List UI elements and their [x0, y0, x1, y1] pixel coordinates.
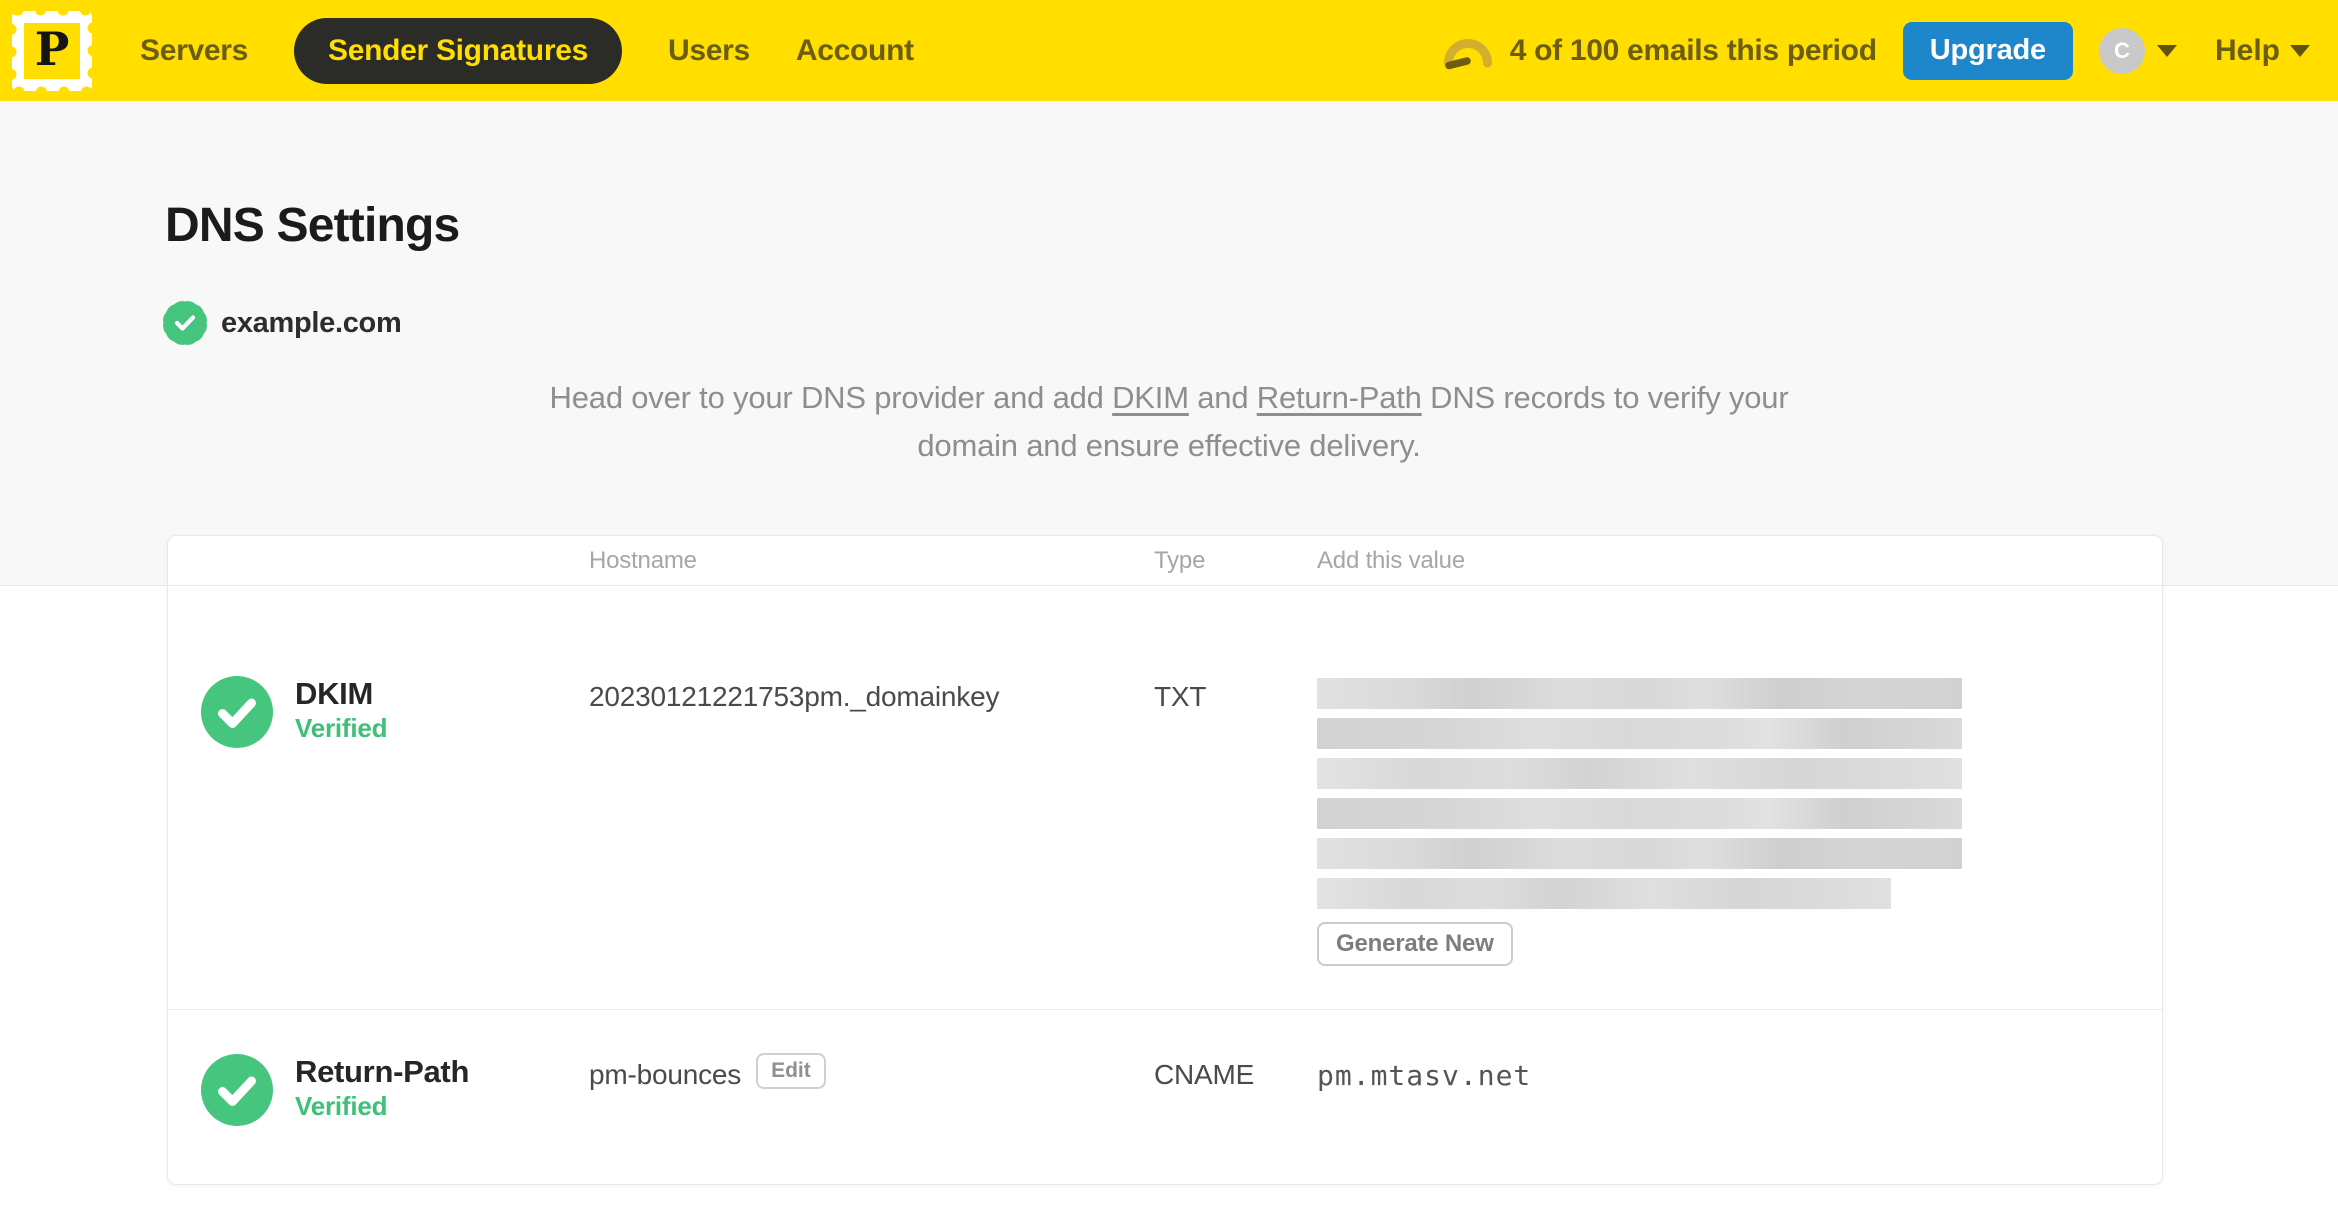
- nav-right: 4 of 100 emails this period Upgrade C He…: [1440, 21, 2310, 80]
- dkim-value-cell: Generate New: [1317, 676, 2129, 1009]
- record-name: Return-Path: [295, 1054, 470, 1089]
- hostname-value: 20230121221753pm._domainkey: [589, 681, 1000, 712]
- top-nav: P Servers Sender Signatures Users Accoun…: [0, 0, 2338, 101]
- nav-item-servers[interactable]: Servers: [140, 34, 248, 68]
- verified-check-icon: [201, 676, 273, 748]
- dkim-value-redacted: [1317, 678, 1962, 909]
- table-row-dkim: DKIM Verified 20230121221753pm._domainke…: [168, 586, 2162, 1010]
- postmark-stamp-icon: P: [24, 22, 80, 79]
- domain-name: example.com: [221, 306, 402, 339]
- record-name: DKIM: [295, 676, 374, 711]
- intro-part2: and: [1188, 380, 1257, 415]
- return-path-type: CNAME: [1154, 1059, 1255, 1090]
- header-hostname: Hostname: [589, 546, 697, 574]
- redacted-line: [1317, 678, 1962, 709]
- nav-item-users[interactable]: Users: [668, 34, 750, 68]
- return-path-value: pm.mtasv.net: [1317, 1059, 1532, 1092]
- chevron-down-icon: [2290, 44, 2310, 57]
- redacted-line: [1317, 718, 1962, 749]
- hostname-value: pm-bounces: [589, 1059, 742, 1090]
- verified-seal-icon: [159, 297, 211, 349]
- postmark-logo[interactable]: P: [6, 4, 98, 97]
- avatar[interactable]: C: [2098, 27, 2145, 74]
- dkim-hostname: 20230121221753pm._domainkey: [589, 676, 1154, 1009]
- nav-item-sender-signatures[interactable]: Sender Signatures: [294, 17, 622, 84]
- dkim-link[interactable]: DKIM: [1112, 380, 1189, 415]
- status-badge: Verified: [295, 713, 388, 743]
- header-add-this-value: Add this value: [1317, 546, 1465, 574]
- return-path-status-cell: Return-Path Verified: [201, 1054, 589, 1184]
- verified-check-icon: [201, 1054, 273, 1126]
- dns-settings-page: P Servers Sender Signatures Users Accoun…: [0, 0, 2338, 1222]
- dns-records-card: Hostname Type Add this value DKIM Verifi…: [167, 535, 2163, 1185]
- upgrade-button[interactable]: Upgrade: [1902, 21, 2073, 80]
- edit-button[interactable]: Edit: [756, 1053, 826, 1089]
- usage-text: 4 of 100 emails this period: [1509, 33, 1877, 67]
- redacted-line: [1317, 758, 1962, 789]
- account-menu[interactable]: C: [2098, 27, 2177, 74]
- generate-new-button[interactable]: Generate New: [1317, 922, 1513, 966]
- status-badge: Verified: [295, 1091, 388, 1121]
- redacted-line: [1317, 798, 1962, 829]
- page-title: DNS Settings: [165, 199, 460, 252]
- table-header-row: Hostname Type Add this value: [168, 536, 2162, 586]
- help-label: Help: [2214, 33, 2280, 67]
- chevron-down-icon: [2156, 44, 2177, 57]
- intro-part1: Head over to your DNS provider and add: [549, 380, 1113, 415]
- verified-domain: example.com: [159, 297, 402, 349]
- dkim-status-cell: DKIM Verified: [201, 676, 589, 1009]
- dkim-type: TXT: [1154, 681, 1207, 712]
- table-row-return-path: Return-Path Verified pm-bounces Edit CNA…: [168, 1010, 2162, 1184]
- return-path-link[interactable]: Return-Path: [1257, 380, 1422, 415]
- nav-item-account[interactable]: Account: [796, 34, 914, 68]
- redacted-line: [1317, 838, 1962, 869]
- usage-meter[interactable]: 4 of 100 emails this period: [1440, 32, 1877, 70]
- help-menu[interactable]: Help: [2215, 34, 2310, 68]
- logo-letter: P: [34, 22, 70, 76]
- gauge-icon: [1443, 38, 1492, 69]
- return-path-hostname: pm-bounces Edit: [589, 1053, 1154, 1184]
- redacted-line: [1317, 878, 1892, 909]
- nav-items: Servers Sender Signatures Users Account: [140, 17, 914, 84]
- header-type: Type: [1154, 546, 1206, 574]
- intro-text: Head over to your DNS provider and add D…: [539, 374, 1799, 470]
